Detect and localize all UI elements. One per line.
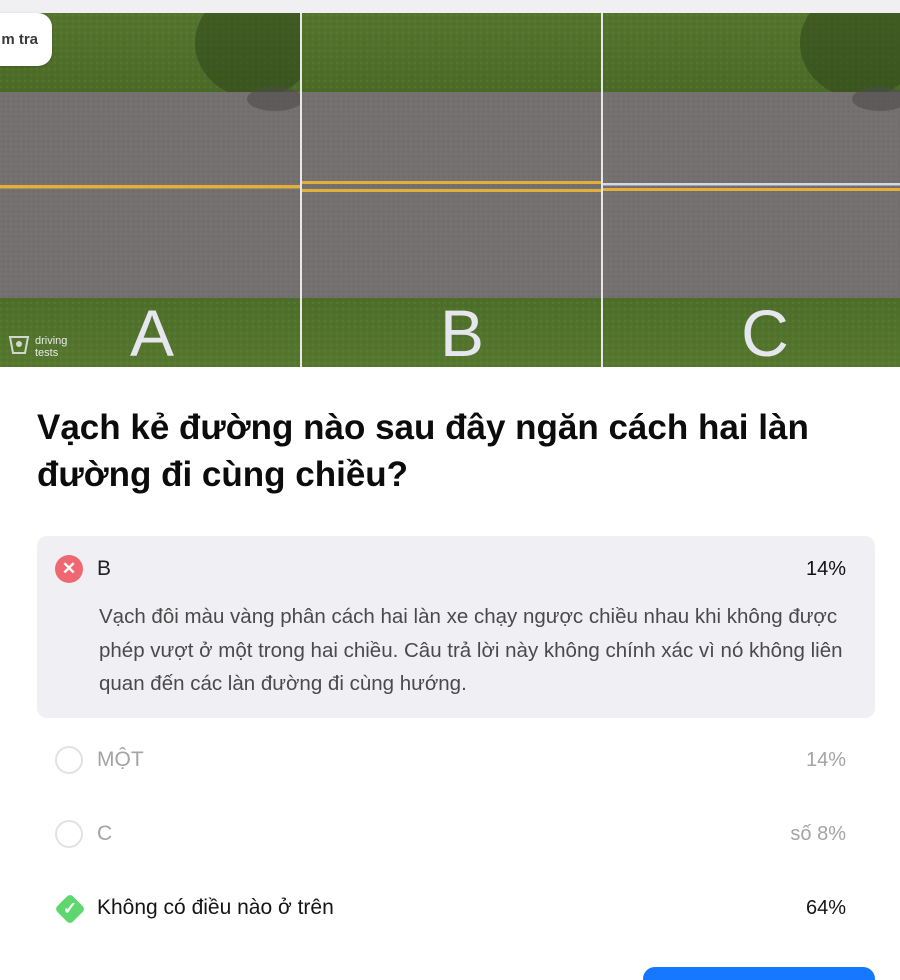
panel-letter-c: C	[741, 296, 789, 367]
answer-label: Không có điều nào ở trên	[97, 896, 334, 919]
answer-option-b[interactable]: ✕ B 14% Vạch đôi màu vàng phân cách hai …	[37, 536, 875, 718]
question-text: Vạch kẻ đường nào sau đây ngăn cách hai …	[37, 408, 809, 494]
question-image: A B C driving tests	[0, 13, 900, 367]
answer-percent: 14%	[805, 557, 846, 580]
check-button-label: m tra	[1, 31, 38, 48]
answer-percent: 64%	[805, 896, 846, 919]
brand-line-1: driving	[35, 335, 67, 347]
panel-letter-a: A	[130, 296, 174, 367]
check-button[interactable]: m tra	[0, 13, 52, 66]
radio-empty-icon	[55, 820, 83, 848]
answer-option-mot[interactable]: MỘT 14%	[37, 743, 875, 777]
panel-divider	[601, 13, 603, 367]
panel-letter-b: B	[440, 296, 484, 367]
top-strip	[0, 0, 900, 13]
next-button[interactable]	[643, 967, 875, 980]
close-icon: ✕	[55, 555, 83, 583]
panel-divider	[300, 13, 302, 367]
brand-line-2: tests	[35, 347, 59, 359]
answer-percent: số 8%	[790, 822, 846, 845]
radio-empty-icon	[55, 746, 83, 774]
answer-label: MỘT	[97, 748, 144, 771]
answer-explanation: Vạch đôi màu vàng phân cách hai làn xe c…	[99, 605, 843, 695]
answer-option-c[interactable]: C số 8%	[37, 817, 875, 851]
answer-percent: 14%	[805, 748, 846, 771]
check-icon: ✓	[54, 893, 86, 925]
answer-label: B	[97, 557, 112, 580]
answer-label: C	[97, 822, 113, 845]
answer-option-none[interactable]: ✓ Không có điều nào ở trên 64%	[37, 891, 875, 925]
